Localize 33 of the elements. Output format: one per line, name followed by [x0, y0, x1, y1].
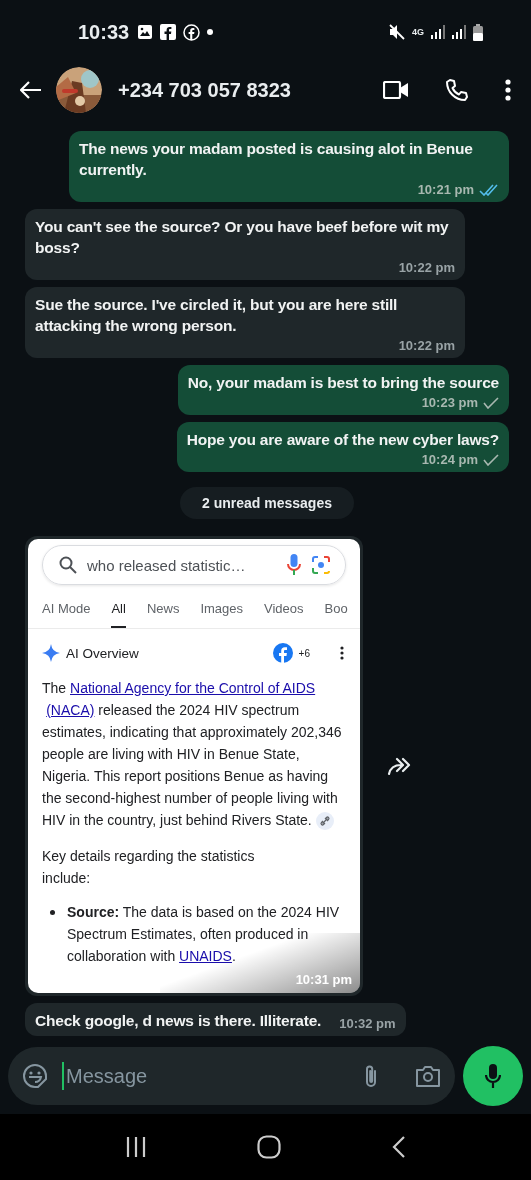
link[interactable]: (NACA) — [46, 702, 95, 718]
message-text: The news your madam posted is causing alot in Benue currently. — [79, 139, 474, 180]
message-time: 10:22 pm — [398, 260, 455, 275]
source-count: +6 — [298, 647, 310, 659]
message-text: No, your madam is best to bring the source — [187, 373, 499, 393]
message-input[interactable]: Message — [62, 1062, 349, 1090]
bullet-text: Source: The data is based on the 2024 HIV Spectrum Estimates, often produced in collaboration with UNAIDS. — [67, 903, 341, 966]
message-time: 10:32 pm — [339, 1016, 396, 1031]
message-text: You can't see the source? Or you have beef before wit my boss? — [35, 217, 450, 258]
message-time: 10:22 pm — [398, 338, 455, 353]
search-tab[interactable]: Images — [200, 593, 244, 628]
search-tab[interactable]: Videos — [264, 593, 304, 628]
message-text: Sue the source. I've circled it, but you are here still attacking the wrong person. — [35, 295, 399, 336]
link[interactable]: UNAIDS — [179, 948, 232, 964]
message-time: 10:31 pm — [295, 972, 352, 987]
overview-paragraph: The National Agency for the Control of AIDS (NACA) released the 2024 HIV spectrum estimates, indicating that approximately 202,346 people are living with HIV in Benue State, Nigeria. This report positions Benue as having the second-highest number of people living with HIV in the country, just behind Rivers State. — [28, 667, 360, 831]
message-time: 10:24 pm — [421, 452, 478, 467]
status-time: 10:33 — [78, 20, 130, 44]
message-field[interactable]: Message — [8, 1047, 455, 1105]
message-time: 10:21 pm — [417, 182, 474, 197]
search-tab[interactable]: News — [146, 593, 180, 628]
link[interactable]: National Agency for the Control of AIDS — [70, 680, 316, 696]
message-text: Check google, d news is there. Illiterate. — [35, 1011, 322, 1031]
network-label: 4G — [412, 27, 424, 37]
message-time: 10:23 pm — [421, 395, 478, 410]
overview-text: Key details regarding the statistics include: — [41, 847, 256, 888]
unread-banner: 2 unread messages — [180, 487, 354, 519]
message-text: Hope you are aware of the new cyber laws? — [186, 430, 499, 450]
search-tab[interactable]: All — [111, 593, 126, 628]
contact-name[interactable]: +234 703 057 8323 — [118, 78, 383, 102]
search-tab[interactable]: Boo — [324, 593, 348, 628]
search-tab[interactable]: AI Mode — [42, 593, 91, 628]
overview-title: AI Overview — [66, 645, 140, 661]
